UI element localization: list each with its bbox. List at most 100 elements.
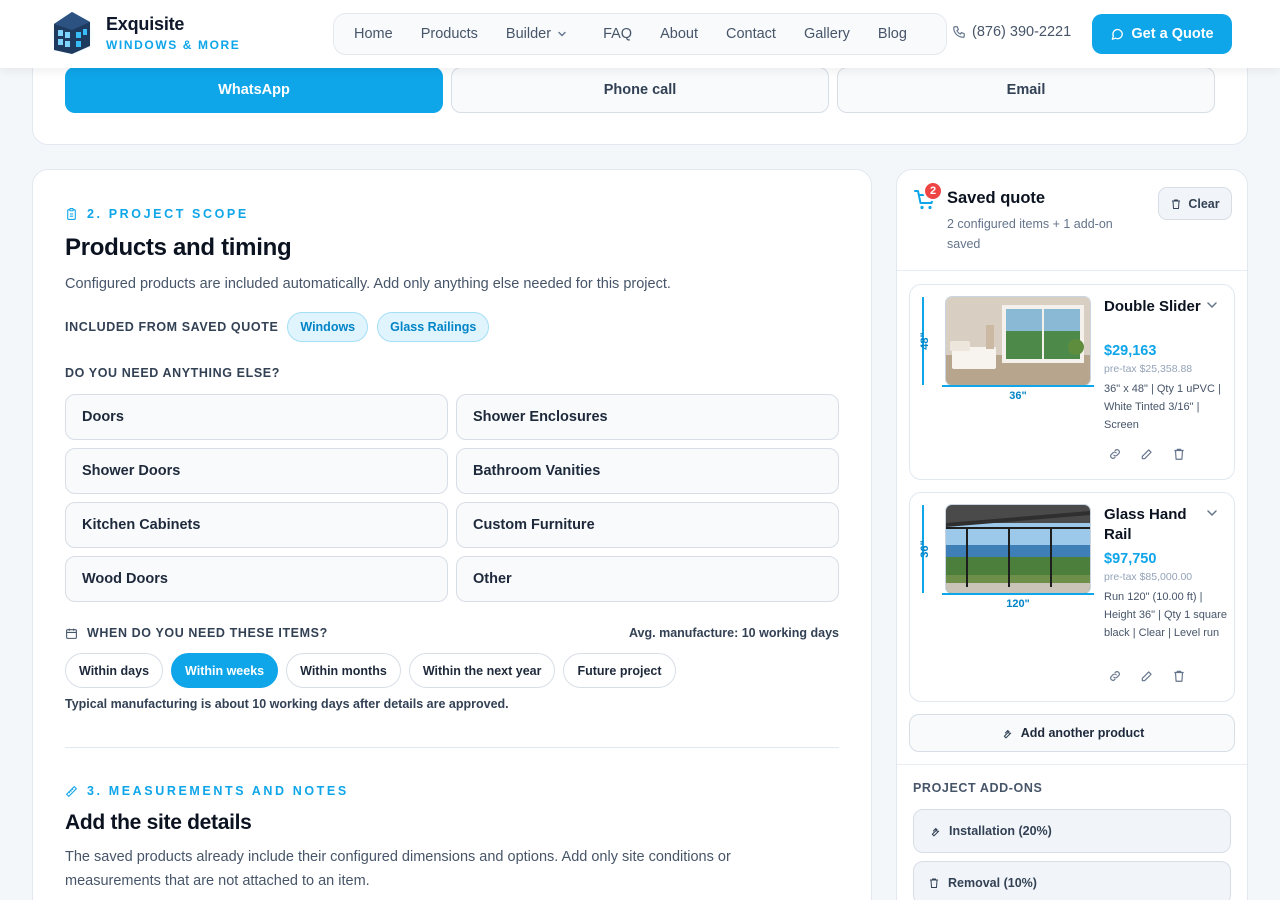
project-form-card: 2. PROJECT SCOPE Products and timing Con… (32, 169, 872, 900)
need-anything-label: DO YOU NEED ANYTHING ELSE? (65, 366, 280, 380)
nav-builder-label: Builder (505, 26, 552, 42)
glass-hand-rail-image[interactable] (946, 505, 1090, 593)
nav-faq[interactable]: FAQ (581, 26, 646, 42)
brand-name: Exquisite (106, 13, 185, 34)
avg-manufacture: Avg. manufacture: 10 working days (628, 626, 839, 640)
chevron-down-icon (558, 31, 566, 37)
timing-future-project[interactable]: Future project (563, 653, 676, 688)
height-dimension-label: 48" (919, 332, 931, 350)
clear-quote-button[interactable]: Clear (1158, 187, 1232, 220)
addon-removal[interactable]: Removal (10%) (913, 861, 1231, 900)
saved-quote-panel: 2 Saved quote 2 configured items + 1 add… (896, 169, 1248, 900)
quote-item-glass-hand-rail: 36" 120" Glass Hand Rail $97,750 pre-tax… (909, 492, 1235, 702)
saved-quote-subtitle: 2 configured items + 1 add-on saved (947, 217, 1113, 251)
phone-number: (876) 390-2221 (972, 24, 1072, 40)
item-specs: 36" x 48" | Qty 1 uPVC | White Tinted 3/… (1104, 383, 1221, 431)
trash-icon (1172, 199, 1181, 209)
timing-label: WHEN DO YOU NEED THESE ITEMS? (87, 626, 328, 640)
option-bathroom-vanities[interactable]: Bathroom Vanities (456, 448, 839, 494)
chevron-down-icon[interactable] (1206, 299, 1218, 311)
timing-options: Within days Within weeks Within months W… (65, 653, 676, 688)
addon-removal-label: Removal (10%) (948, 876, 1037, 890)
included-products: INCLUDED FROM SAVED QUOTE Windows Glass … (65, 312, 490, 342)
height-dimension-label: 36" (919, 540, 931, 558)
scope-title: Products and timing (65, 234, 292, 261)
contact-whatsapp-button[interactable]: WhatsApp (65, 67, 443, 113)
wrench-icon (1003, 729, 1011, 738)
option-shower-doors[interactable]: Shower Doors (65, 448, 448, 494)
timing-within-months[interactable]: Within months (286, 653, 401, 688)
trash-icon (930, 878, 938, 888)
get-quote-label: Get a Quote (1131, 26, 1214, 42)
option-other[interactable]: Other (456, 556, 839, 602)
width-dimension-label: 120" (1006, 598, 1030, 610)
measurements-description: The saved products already include their… (65, 849, 731, 889)
addons-label: PROJECT ADD-ONS (913, 781, 1043, 795)
option-custom-furniture[interactable]: Custom Furniture (456, 502, 839, 548)
contact-email-button[interactable]: Email (837, 67, 1215, 113)
nav-home[interactable]: Home (340, 26, 407, 42)
nav-gallery[interactable]: Gallery (790, 26, 864, 42)
link-icon[interactable] (1108, 669, 1122, 683)
item-price: $97,750 (1104, 551, 1157, 567)
calendar-icon (66, 628, 77, 639)
option-kitchen-cabinets[interactable]: Kitchen Cabinets (65, 502, 448, 548)
saved-quote-title: Saved quote (947, 189, 1046, 207)
item-name: Glass Hand Rail (1104, 506, 1187, 543)
phone-link[interactable]: (876) 390-2221 (952, 24, 1071, 40)
chat-bubble-icon (1112, 28, 1124, 40)
ruler-icon (66, 785, 77, 797)
width-dimension-label: 36" (1009, 390, 1027, 402)
included-label: INCLUDED FROM SAVED QUOTE (65, 320, 279, 334)
trash-icon[interactable] (1172, 447, 1186, 461)
section-divider (65, 747, 839, 748)
timing-next-year[interactable]: Within the next year (408, 653, 556, 688)
brand-tagline: WINDOWS & MORE (106, 37, 241, 52)
option-shower-enclosures[interactable]: Shower Enclosures (456, 394, 839, 440)
nav-blog[interactable]: Blog (864, 26, 921, 42)
included-chip-glass-railings: Glass Railings (377, 312, 490, 342)
width-dimension-line (942, 385, 1094, 387)
add-another-product-label: Add another product (1020, 726, 1145, 740)
edit-icon[interactable] (1140, 669, 1154, 683)
wrench-icon (931, 827, 940, 836)
contact-phone-button[interactable]: Phone call (451, 67, 829, 113)
nav-contact[interactable]: Contact (712, 26, 790, 42)
measurements-title: Add the site details (65, 811, 252, 834)
option-doors[interactable]: Doors (65, 394, 448, 440)
option-wood-doors[interactable]: Wood Doors (65, 556, 448, 602)
section-label-measurements: 3. MEASUREMENTS AND NOTES (65, 784, 349, 798)
included-chip-windows: Windows (287, 312, 369, 342)
cart-count-badge: 2 (923, 181, 943, 201)
item-name: Double Slider (1104, 298, 1201, 315)
main-nav: Home Products Builder FAQ About Contact … (333, 13, 947, 55)
section-label-scope-text: 2. PROJECT SCOPE (87, 207, 249, 221)
double-slider-image[interactable] (946, 297, 1090, 385)
nav-about[interactable]: About (646, 26, 712, 42)
addon-installation[interactable]: Installation (20%) (913, 809, 1231, 853)
get-quote-button[interactable]: Get a Quote (1092, 14, 1232, 54)
item-pretax: pre-tax $85,000.00 (1104, 571, 1193, 583)
clear-label: Clear (1188, 196, 1220, 211)
nav-builder[interactable]: Builder (492, 26, 581, 42)
section-label-scope: 2. PROJECT SCOPE (65, 207, 249, 221)
timing-within-weeks[interactable]: Within weeks (171, 653, 279, 688)
chevron-down-icon[interactable] (1206, 507, 1218, 519)
trash-icon[interactable] (1172, 669, 1186, 683)
quote-item-double-slider: 48" 36" Double Slider $29,163 pre-tax $2… (909, 284, 1235, 480)
addons-divider (897, 764, 1247, 765)
timing-within-days[interactable]: Within days (65, 653, 164, 688)
addon-installation-label: Installation (20%) (949, 824, 1052, 838)
brand-logo[interactable]: Exquisite WINDOWS & MORE (50, 8, 240, 56)
link-icon[interactable] (1108, 447, 1122, 461)
site-header: Exquisite WINDOWS & MORE Home Products B… (0, 0, 1280, 68)
section-label-measurements-text: 3. MEASUREMENTS AND NOTES (87, 784, 349, 798)
item-actions (1108, 669, 1186, 683)
item-pretax: pre-tax $25,358.88 (1104, 363, 1193, 375)
saved-quote-header: 2 Saved quote 2 configured items + 1 add… (897, 170, 1247, 271)
add-another-product-button[interactable]: Add another product (909, 714, 1235, 752)
manufacturing-note: Typical manufacturing is about 10 workin… (65, 697, 509, 711)
edit-icon[interactable] (1140, 447, 1154, 461)
clipboard-icon (67, 208, 76, 220)
nav-products[interactable]: Products (407, 26, 492, 42)
